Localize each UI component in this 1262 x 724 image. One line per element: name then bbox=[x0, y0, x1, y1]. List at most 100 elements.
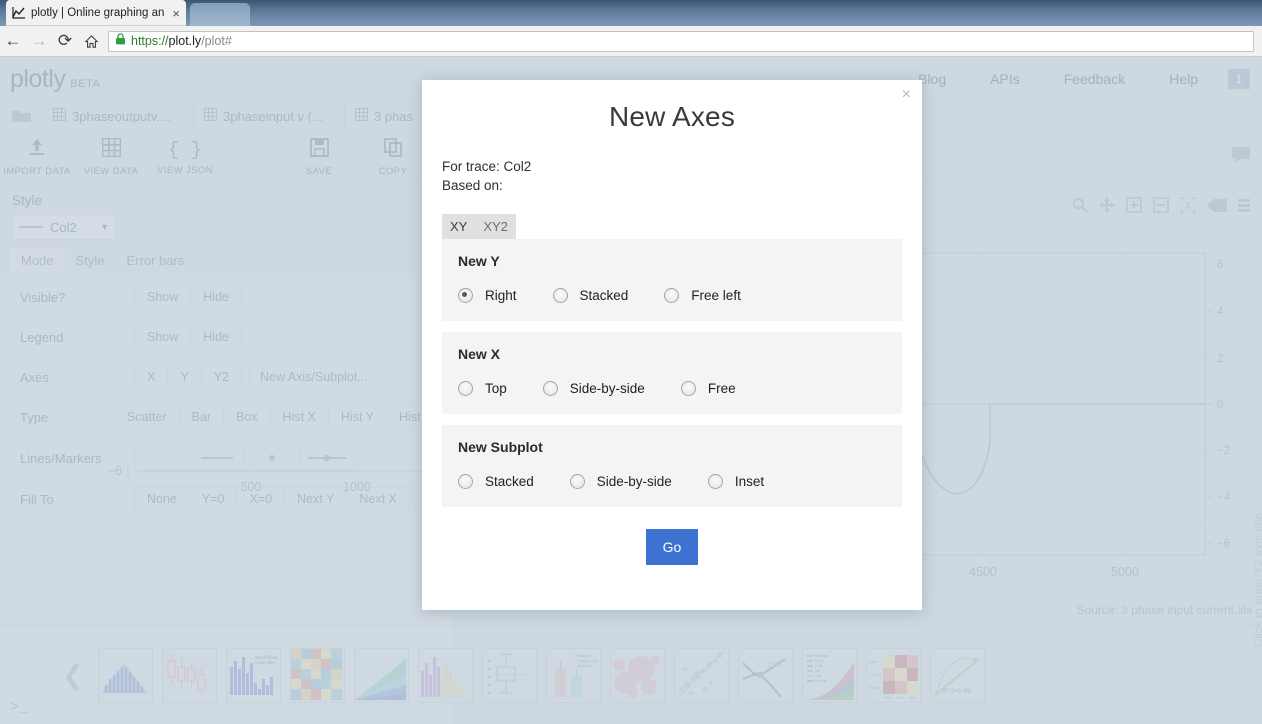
radio-indicator[interactable] bbox=[458, 288, 473, 303]
thumbnail-item[interactable] bbox=[353, 647, 409, 703]
examples-thumbnail-strip: >_ ❮ Wind blows most often Treatment Orang… bbox=[0, 625, 1262, 724]
new-axis-subplot-button[interactable]: New Axis/Subplot... bbox=[248, 365, 379, 389]
browser-titlebar: plotly | Online graphing an × bbox=[0, 0, 1262, 26]
type-bar-button[interactable]: Bar bbox=[178, 405, 224, 429]
radio-indicator[interactable] bbox=[664, 288, 680, 303]
svg-text:5000: 5000 bbox=[1111, 565, 1139, 579]
close-icon[interactable]: × bbox=[902, 87, 911, 103]
axis-y-button[interactable]: Y bbox=[167, 365, 202, 389]
radio-indicator[interactable] bbox=[707, 474, 723, 489]
row-label: Legend bbox=[20, 329, 64, 345]
radio-indicator[interactable] bbox=[542, 381, 558, 396]
radio-option-stacked[interactable]: Stacked bbox=[552, 288, 629, 303]
radio-indicator[interactable] bbox=[552, 288, 568, 303]
thumbnail-item[interactable]: Treatment Orange Juice Vitamin C bbox=[545, 647, 601, 703]
thumbnail-item[interactable]: Basil Cilantro Barley Mon Tues Wed bbox=[865, 647, 921, 703]
svg-text:−2: −2 bbox=[1217, 445, 1230, 457]
view-data-button[interactable]: VIEW DATA bbox=[74, 137, 148, 177]
radio-option-top[interactable]: Top bbox=[458, 381, 507, 396]
legend-hide-button[interactable]: Hide bbox=[190, 325, 242, 349]
visible-show-button[interactable]: Show bbox=[134, 285, 192, 309]
nav-link-help[interactable]: Help bbox=[1169, 71, 1198, 87]
plotly-brand[interactable]: plotly BETA bbox=[10, 65, 100, 94]
chart-source: Source: 3 phase input current.xls bbox=[1077, 603, 1252, 617]
terminal-icon[interactable]: >_ bbox=[10, 699, 28, 716]
save-button[interactable]: SAVE bbox=[282, 137, 356, 177]
new-tab-button[interactable] bbox=[190, 3, 250, 26]
section-heading: New X bbox=[458, 346, 501, 362]
tab-close-icon[interactable]: × bbox=[172, 7, 180, 20]
radio-option-free-left[interactable]: Free left bbox=[664, 288, 741, 303]
radio-label: Side-by-side bbox=[569, 381, 645, 396]
radio-group-new-x: Top Side-by-side Free bbox=[458, 381, 886, 396]
home-button[interactable] bbox=[78, 28, 104, 54]
thumbnail-item[interactable] bbox=[161, 647, 217, 703]
tab-xy[interactable]: XY bbox=[442, 214, 475, 239]
visible-hide-button[interactable]: Hide bbox=[190, 285, 242, 309]
file-tab[interactable]: 3phaseinput v (... bbox=[194, 101, 345, 131]
style-panel-title: Style bbox=[12, 193, 43, 208]
modal-body: For trace: Col2 Based on: XY XY2 New Y R… bbox=[422, 157, 922, 565]
trace-select-dropdown[interactable]: Col2 ▼ bbox=[12, 214, 116, 240]
thumbnail-item[interactable]: R^2=0.99 bbox=[929, 647, 985, 703]
view-json-button[interactable]: { } VIEW JSON bbox=[148, 139, 222, 176]
type-hist-x-button[interactable]: Hist X bbox=[269, 405, 329, 429]
nav-link-apis[interactable]: APIs bbox=[990, 71, 1020, 87]
copy-button[interactable]: COPY bbox=[356, 137, 430, 177]
file-tab[interactable]: 3phaseoutputv.... bbox=[43, 101, 194, 131]
radio-option-inset[interactable]: Inset bbox=[707, 474, 764, 489]
thumbnail-item[interactable] bbox=[289, 647, 345, 703]
radio-indicator[interactable] bbox=[680, 381, 696, 396]
import-data-button[interactable]: IMPORT DATA bbox=[0, 137, 74, 177]
section-new-subplot: New Subplot Stacked Side-by-side Inset bbox=[442, 425, 902, 507]
thumbnail-item[interactable] bbox=[97, 647, 153, 703]
radio-option-side-by-side[interactable]: Side-by-side bbox=[542, 381, 645, 396]
type-hist-y-button[interactable]: Hist Y bbox=[327, 405, 388, 429]
radio-label: Stacked bbox=[579, 288, 629, 303]
browser-tab[interactable]: plotly | Online graphing an × bbox=[6, 0, 186, 26]
svg-text:Biomass: Biomass bbox=[815, 654, 828, 658]
svg-text:4: 4 bbox=[1217, 306, 1224, 318]
browser-toolbar: ← → ⟳ https://plot.ly/plot# bbox=[0, 26, 1262, 57]
thumbnail-item[interactable]: 1990 bbox=[737, 647, 793, 703]
chat-icon[interactable] bbox=[1230, 145, 1252, 170]
thumbnail-item[interactable] bbox=[417, 647, 473, 703]
thumbnail-item[interactable] bbox=[609, 647, 665, 703]
trace-color-swatch bbox=[19, 226, 43, 228]
radio-indicator[interactable] bbox=[458, 381, 473, 396]
tab-error-bars[interactable]: Error bars bbox=[115, 248, 195, 273]
thumbnail-item[interactable]: Biomass Hydro Coal Oil Gas Nuclear bbox=[801, 647, 857, 703]
radio-option-free[interactable]: Free bbox=[680, 381, 736, 396]
go-button[interactable]: Go bbox=[645, 529, 699, 565]
svg-text:−6: −6 bbox=[108, 464, 122, 478]
radio-option-subplot-stacked[interactable]: Stacked bbox=[458, 474, 534, 489]
axis-x-button[interactable]: X bbox=[134, 365, 169, 389]
nav-link-feedback[interactable]: Feedback bbox=[1064, 71, 1125, 87]
radio-option-subplot-side-by-side[interactable]: Side-by-side bbox=[569, 474, 672, 489]
back-button[interactable]: ← bbox=[0, 28, 26, 54]
radio-indicator[interactable] bbox=[458, 474, 473, 489]
forward-button[interactable]: → bbox=[26, 28, 52, 54]
radio-indicator[interactable] bbox=[569, 474, 585, 489]
chevron-left-icon[interactable]: ❮ bbox=[62, 660, 84, 691]
svg-text:1990: 1990 bbox=[767, 662, 783, 669]
type-scatter-button[interactable]: Scatter bbox=[113, 405, 180, 429]
tab-xy2[interactable]: XY2 bbox=[475, 214, 516, 239]
source-file-link[interactable]: 3 phase input current.xls bbox=[1121, 603, 1252, 617]
type-box-button[interactable]: Box bbox=[223, 405, 271, 429]
thumbnail-item[interactable] bbox=[481, 647, 537, 703]
svg-text:Basil: Basil bbox=[869, 660, 877, 664]
nav-link-blog[interactable]: Blog bbox=[918, 71, 946, 87]
row-visible: Visible? Show Hide bbox=[0, 285, 452, 309]
radio-option-right[interactable]: Right bbox=[458, 288, 517, 303]
notification-badge[interactable]: 1 bbox=[1228, 69, 1250, 89]
address-bar[interactable]: https://plot.ly/plot# bbox=[108, 30, 1254, 52]
thumbnail-item[interactable] bbox=[673, 647, 729, 703]
reload-button[interactable]: ⟳ bbox=[52, 28, 78, 54]
tab-style[interactable]: Style bbox=[65, 248, 116, 273]
thumbnail-item[interactable]: Wind blows most often bbox=[225, 647, 281, 703]
axis-y2-button[interactable]: Y2 bbox=[200, 365, 242, 389]
tab-mode[interactable]: Mode bbox=[10, 248, 65, 273]
folder-icon[interactable] bbox=[0, 101, 43, 131]
legend-show-button[interactable]: Show bbox=[134, 325, 192, 349]
